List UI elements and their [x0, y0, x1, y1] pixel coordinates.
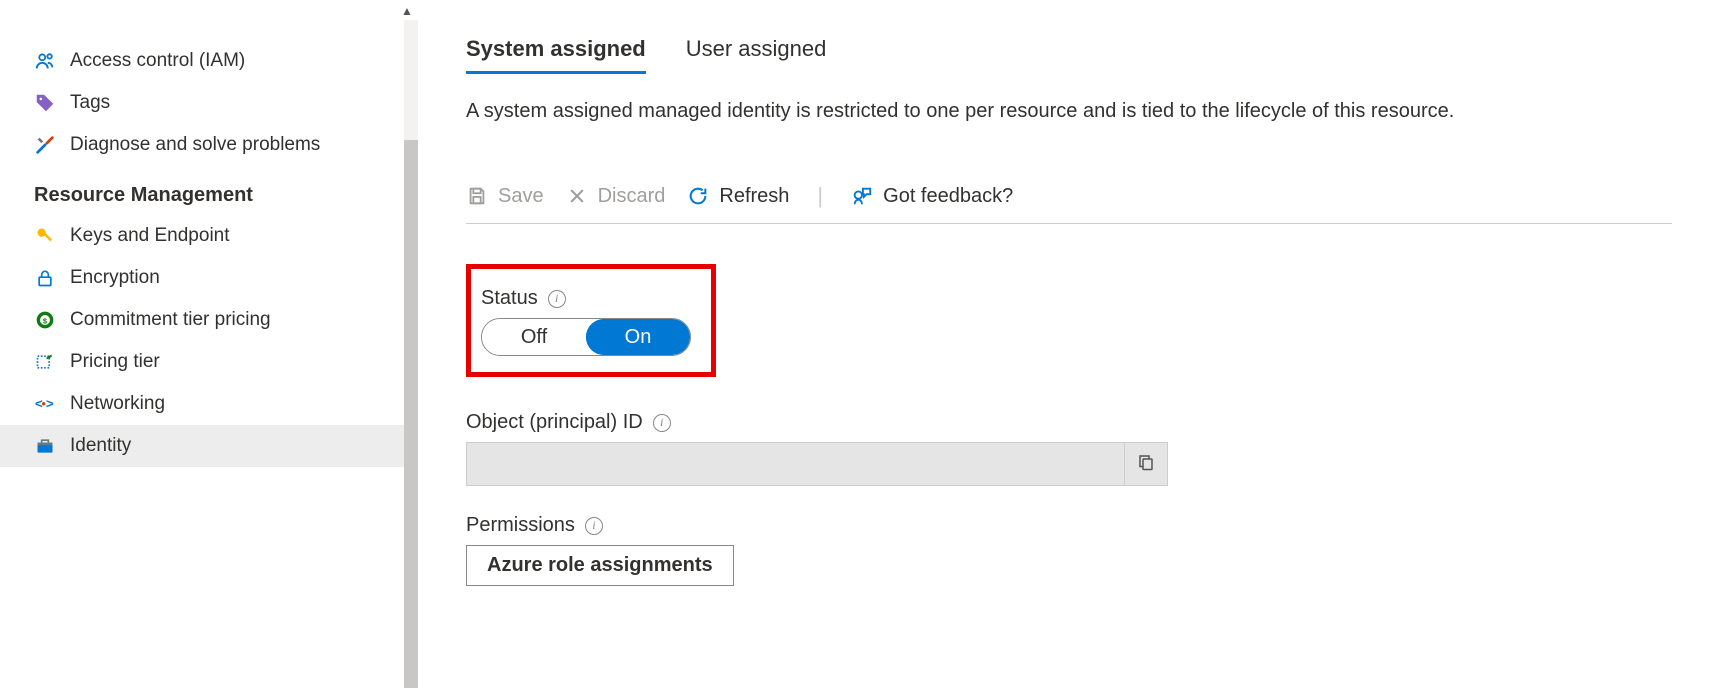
sidebar-item-label: Networking [70, 393, 165, 415]
network-icon: < • > [34, 393, 56, 415]
key-icon [34, 225, 56, 247]
discard-button: Discard [566, 185, 666, 208]
scroll-up-arrow[interactable]: ▲ [396, 4, 418, 18]
tab-label: System assigned [466, 36, 646, 61]
people-icon [34, 50, 56, 72]
button-label: Azure role assignments [487, 554, 713, 577]
sidebar-scroll-thumb[interactable] [404, 140, 418, 688]
toggle-label: On [625, 326, 652, 349]
status-toggle-on[interactable]: On [586, 319, 690, 355]
sidebar-item-tags[interactable]: Tags [0, 82, 418, 124]
sidebar-scrollbar[interactable] [404, 20, 418, 688]
status-toggle-off[interactable]: Off [482, 319, 586, 355]
copy-icon [1137, 453, 1155, 476]
lock-icon [34, 267, 56, 289]
sidebar: ▲ Access control (IAM) [0, 0, 418, 688]
sidebar-item-label: Identity [70, 435, 131, 457]
svg-text:>: > [46, 396, 54, 411]
identity-tabs: System assigned User assigned [466, 36, 1672, 72]
info-icon[interactable]: i [653, 414, 671, 432]
sidebar-item-diagnose[interactable]: Diagnose and solve problems [0, 124, 418, 166]
object-id-field: Object (principal) ID i [466, 411, 1672, 486]
tab-user-assigned[interactable]: User assigned [686, 36, 827, 72]
sidebar-item-pricing-tier[interactable]: Pricing tier [0, 341, 418, 383]
feedback-icon [851, 185, 873, 207]
sidebar-item-label: Pricing tier [70, 351, 160, 373]
sidebar-item-identity[interactable]: Identity [0, 425, 418, 467]
toolbar-label: Refresh [719, 185, 789, 208]
azure-role-assignments-button[interactable]: Azure role assignments [466, 545, 734, 586]
sidebar-item-networking[interactable]: < • > Networking [0, 383, 418, 425]
status-label: Status [481, 287, 538, 310]
dollar-circle-icon: $ [34, 309, 56, 331]
status-toggle[interactable]: Off On [481, 318, 691, 356]
object-id-input[interactable] [467, 443, 1124, 485]
permissions-field: Permissions i Azure role assignments [466, 514, 1672, 586]
pricing-icon [34, 351, 56, 373]
tab-label: User assigned [686, 36, 827, 61]
sidebar-item-access-control[interactable]: Access control (IAM) [0, 40, 418, 82]
close-icon [566, 185, 588, 207]
toolbar-label: Discard [598, 185, 666, 208]
status-highlight: Status i Off On [466, 264, 716, 377]
save-icon [466, 185, 488, 207]
save-button: Save [466, 185, 544, 208]
permissions-label: Permissions [466, 514, 575, 537]
sidebar-section-resource-management: Resource Management [0, 166, 418, 215]
info-icon[interactable]: i [548, 290, 566, 308]
sidebar-item-label: Access control (IAM) [70, 50, 245, 72]
toolbar: Save Discard Refresh [466, 183, 1672, 224]
toolbar-label: Got feedback? [883, 185, 1013, 208]
sidebar-item-label: Encryption [70, 267, 160, 289]
identity-description: A system assigned managed identity is re… [466, 100, 1672, 123]
refresh-icon [687, 185, 709, 207]
sidebar-item-label: Keys and Endpoint [70, 225, 230, 247]
feedback-button[interactable]: Got feedback? [851, 185, 1013, 208]
sidebar-item-label: Tags [70, 92, 110, 114]
sidebar-item-label: Diagnose and solve problems [70, 134, 320, 156]
refresh-button[interactable]: Refresh [687, 185, 789, 208]
sidebar-item-commitment-pricing[interactable]: $ Commitment tier pricing [0, 299, 418, 341]
main-content: System assigned User assigned A system a… [418, 0, 1720, 688]
info-icon[interactable]: i [585, 517, 603, 535]
toggle-label: Off [521, 326, 547, 349]
sidebar-item-keys-endpoint[interactable]: Keys and Endpoint [0, 215, 418, 257]
toolbar-separator: | [811, 183, 829, 209]
tab-system-assigned[interactable]: System assigned [466, 36, 646, 72]
identity-icon [34, 435, 56, 457]
sidebar-item-encryption[interactable]: Encryption [0, 257, 418, 299]
tools-icon [34, 134, 56, 156]
object-id-label: Object (principal) ID [466, 411, 643, 434]
sidebar-item-label: Commitment tier pricing [70, 309, 271, 331]
tag-icon [34, 92, 56, 114]
toolbar-label: Save [498, 185, 544, 208]
copy-button[interactable] [1124, 443, 1167, 485]
